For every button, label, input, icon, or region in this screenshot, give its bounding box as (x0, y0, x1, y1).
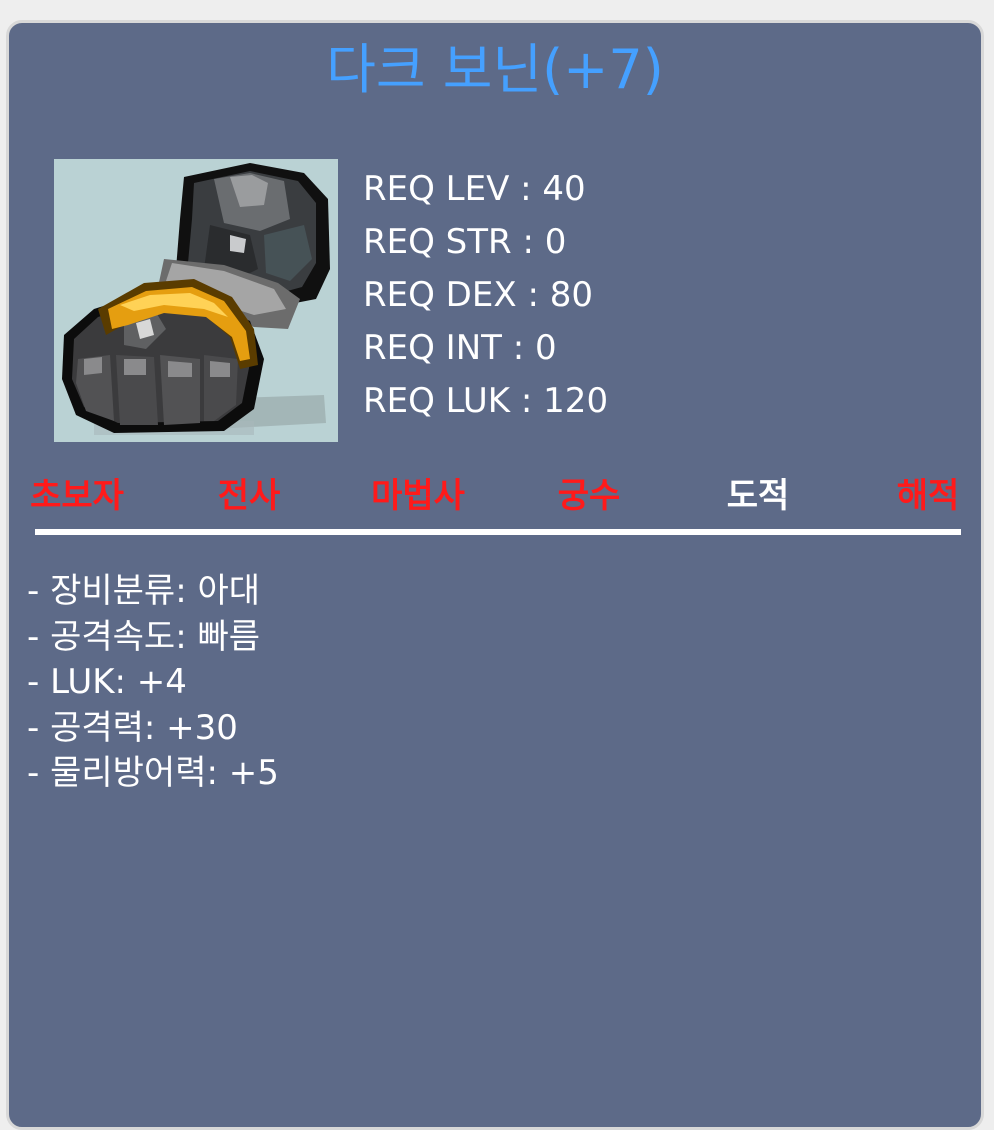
stat-attack-speed: - 공격속도: 빠름 (27, 616, 261, 657)
stats-list: - 장비분류: 아대 - 공격속도: 빠름 - LUK: +4 - 공격력: +… (27, 569, 279, 797)
job-pirate: 해적 (896, 476, 960, 516)
job-warrior: 전사 (217, 476, 281, 516)
req-dex: REQ DEX : 80 (363, 275, 593, 315)
req-int: REQ INT : 0 (363, 328, 557, 368)
stat-attack: - 공격력: +30 (27, 707, 238, 748)
dark-gauntlet-icon (54, 159, 338, 442)
job-beginner: 초보자 (30, 476, 124, 516)
req-luk: REQ LUK : 120 (363, 381, 609, 421)
stat-category: - 장비분류: 아대 (27, 571, 261, 611)
job-list: 초보자 전사 마법사 궁수 도적 해적 (9, 471, 981, 521)
req-str: REQ STR : 0 (363, 222, 567, 262)
job-magician: 마법사 (371, 476, 465, 516)
requirements-list: REQ LEV : 40 REQ STR : 0 REQ DEX : 80 RE… (363, 163, 608, 428)
item-title: 다크 보닌(+7) (326, 38, 664, 101)
item-tooltip: 다크 보닌(+7) REQ LEV: 40 REQ STR: 0 REQ D… (6, 20, 984, 1130)
job-thief: 도적 (726, 476, 790, 516)
stat-defense: - 물리방어력: +5 (27, 753, 279, 793)
divider (35, 529, 961, 535)
stat-luk: - LUK: +4 (27, 662, 187, 702)
req-level: REQ LEV : 40 (363, 169, 586, 209)
job-archer: 궁수 (557, 476, 621, 516)
